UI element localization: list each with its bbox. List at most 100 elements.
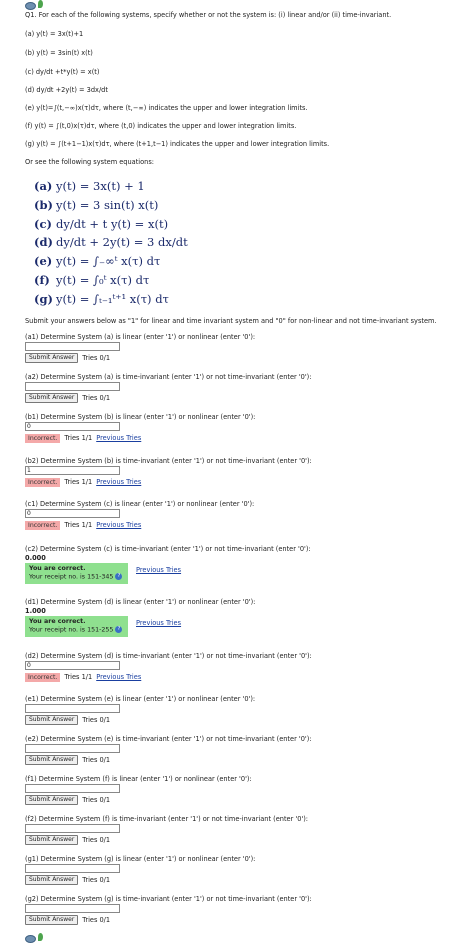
previous-tries-link[interactable]: Previous Tries: [96, 434, 141, 442]
submit-answer-button-e2[interactable]: Submit Answer: [25, 755, 79, 765]
eye-icon[interactable]: [25, 935, 36, 943]
system-g-text: (g) y(t) = ∫(t+1−1)x(τ)dτ, where (t+1,t−…: [25, 140, 330, 148]
question-b2: (b2) Determine System (b) is time-invari…: [25, 456, 312, 487]
question-label: (b1) Determine System (b) is linear (ent…: [25, 413, 256, 421]
question-label: (a1) Determine System (a) is linear (ent…: [25, 333, 256, 341]
question-label: (f2) Determine System (f) is time-invari…: [25, 815, 309, 823]
submit-answer-button-a2[interactable]: Submit Answer: [25, 393, 79, 403]
equation-b: (b) y(t) = 3 sin(t) x(t): [34, 197, 159, 212]
answer-input-e1[interactable]: [25, 704, 120, 713]
question-label: (e1) Determine System (e) is linear (ent…: [25, 695, 256, 703]
previous-tries-link[interactable]: Previous Tries: [96, 673, 141, 681]
question-e2: (e2) Determine System (e) is time-invari…: [25, 734, 312, 765]
question-f2: (f2) Determine System (f) is time-invari…: [25, 814, 308, 845]
question-label: (f1) Determine System (f) is linear (ent…: [25, 775, 252, 783]
answer-input-g1[interactable]: [25, 864, 120, 873]
top-icons: [25, 0, 43, 10]
question-g2: (g2) Determine System (g) is time-invari…: [25, 894, 312, 925]
submit-answer-button-f1[interactable]: Submit Answer: [25, 795, 79, 805]
question-label: (e2) Determine System (e) is time-invari…: [25, 735, 312, 743]
submit-answer-button-g2[interactable]: Submit Answer: [25, 915, 79, 925]
question-label: (c2) Determine System (c) is time-invari…: [25, 545, 311, 553]
tries-counter: Tries 1/1: [64, 673, 93, 681]
equation-f: (f) y(t) = ∫₀ᵗ x(τ) dτ: [34, 272, 150, 287]
system-a-text: (a) y(t) = 3x(t)+1: [25, 30, 84, 38]
question-label: (c1) Determine System (c) is linear (ent…: [25, 500, 255, 508]
receipt-text: Your receipt no. is 151-255: [29, 626, 114, 634]
question-label: (g2) Determine System (g) is time-invari…: [25, 895, 312, 903]
question-g1: (g1) Determine System (g) is linear (ent…: [25, 854, 255, 885]
submit-answer-button-a1[interactable]: Submit Answer: [25, 353, 79, 363]
tries-counter: Tries 0/1: [82, 716, 111, 724]
tries-counter: Tries 0/1: [82, 836, 111, 844]
leaf-icon[interactable]: [38, 0, 43, 8]
question-intro: Q1. For each of the following systems, s…: [25, 11, 392, 19]
question-d2: (d2) Determine System (d) is time-invari…: [25, 651, 312, 682]
tries-counter: Tries 0/1: [82, 796, 111, 804]
answer-input-d2[interactable]: 0: [25, 661, 120, 670]
question-label: (a2) Determine System (a) is time-invari…: [25, 373, 312, 381]
incorrect-badge: Incorrect.: [25, 520, 61, 530]
correct-feedback: You are correct. Your receipt no. is 151…: [25, 616, 128, 637]
incorrect-badge: Incorrect.: [25, 672, 61, 682]
question-label: (g1) Determine System (g) is linear (ent…: [25, 855, 256, 863]
question-f1: (f1) Determine System (f) is linear (ent…: [25, 774, 252, 805]
question-b1: (b1) Determine System (b) is linear (ent…: [25, 412, 255, 443]
equation-c: (c) dy/dt + t y(t) = x(t): [34, 216, 169, 231]
answer-input-b2[interactable]: 1: [25, 466, 120, 475]
equation-list: (a) y(t) = 3x(t) + 1 (b) y(t) = 3 sin(t) x…: [34, 177, 188, 309]
or-see-text: Or see the following system equations:: [25, 158, 154, 166]
receipt-text: Your receipt no. is 151-345: [29, 573, 114, 581]
question-a2: (a2) Determine System (a) is time-invari…: [25, 372, 311, 403]
answer-input-e2[interactable]: [25, 744, 120, 753]
question-label: (b2) Determine System (b) is time-invari…: [25, 457, 312, 465]
system-d-text: (d) dy/dt +2y(t) = 3dx/dt: [25, 86, 108, 94]
eye-icon[interactable]: [25, 2, 36, 10]
submit-answer-button-f2[interactable]: Submit Answer: [25, 835, 79, 845]
answer-input-g2[interactable]: [25, 904, 120, 913]
answer-input-c1[interactable]: 0: [25, 509, 120, 518]
question-d1: (d1) Determine System (d) is linear (ent…: [25, 597, 255, 637]
incorrect-badge: Incorrect.: [25, 477, 61, 487]
tries-counter: Tries 1/1: [64, 434, 93, 442]
bottom-icons: [25, 933, 43, 943]
page: Q1. For each of the following systems, s…: [0, 0, 474, 943]
tries-counter: Tries 0/1: [82, 756, 111, 764]
system-b-text: (b) y(t) = 3sin(t) x(t): [25, 49, 93, 57]
system-e-text: (e) y(t)=∫(t,−∞)x(τ)dτ, where (t,−∞) ind…: [25, 104, 308, 112]
correct-message: You are correct.: [29, 618, 86, 625]
submit-answer-button-e1[interactable]: Submit Answer: [25, 715, 79, 725]
question-label: (d1) Determine System (d) is linear (ent…: [25, 598, 256, 606]
tries-counter: Tries 0/1: [82, 354, 111, 362]
answer-input-a2[interactable]: [25, 382, 120, 391]
tries-counter: Tries 0/1: [82, 916, 111, 924]
tries-counter: Tries 1/1: [64, 521, 93, 529]
equation-a: (a) y(t) = 3x(t) + 1: [34, 179, 145, 193]
question-a1: (a1) Determine System (a) is linear (ent…: [25, 332, 255, 363]
answer-input-f1[interactable]: [25, 784, 120, 793]
question-c2: (c2) Determine System (c) is time-invari…: [25, 544, 311, 584]
tries-counter: Tries 0/1: [82, 394, 111, 402]
system-f-text: (f) y(t) = ∫(t,0)x(τ)dτ, where (t,0) ind…: [25, 122, 297, 130]
previous-tries-link[interactable]: Previous Tries: [136, 566, 181, 574]
answer-input-a1[interactable]: [25, 342, 120, 351]
correct-feedback: You are correct. Your receipt no. is 151…: [25, 563, 128, 584]
previous-tries-link[interactable]: Previous Tries: [96, 521, 141, 529]
previous-tries-link[interactable]: Previous Tries: [136, 619, 181, 627]
tries-counter: Tries 0/1: [82, 876, 111, 884]
answer-input-f2[interactable]: [25, 824, 120, 833]
equation-e: (e) y(t) = ∫₋∞ᵗ x(τ) dτ: [34, 254, 161, 269]
help-icon[interactable]: ?: [115, 626, 123, 633]
submitted-value: 0.000: [25, 554, 46, 562]
equation-g: (g) y(t) = ∫ₜ₋₁ᵗ⁺¹ x(τ) dτ: [34, 291, 169, 306]
submitted-value: 1.000: [25, 607, 46, 615]
system-c-text: (c) dy/dt +t*y(t) = x(t): [25, 68, 100, 76]
question-c1: (c1) Determine System (c) is linear (ent…: [25, 499, 254, 530]
equation-d: (d) dy/dt + 2y(t) = 3 dx/dt: [34, 235, 188, 250]
help-icon[interactable]: ?: [115, 573, 123, 580]
previous-tries-link[interactable]: Previous Tries: [96, 478, 141, 486]
tries-counter: Tries 1/1: [64, 478, 93, 486]
instructions: Submit your answers below as "1" for lin…: [25, 317, 437, 325]
submit-answer-button-g1[interactable]: Submit Answer: [25, 875, 79, 885]
answer-input-b1[interactable]: 0: [25, 422, 120, 431]
